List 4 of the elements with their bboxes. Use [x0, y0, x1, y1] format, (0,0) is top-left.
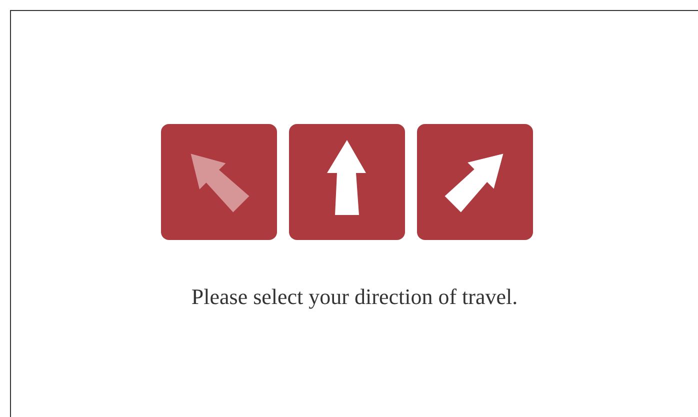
direction-button[interactable] — [161, 124, 277, 240]
direction-button[interactable] — [417, 124, 533, 240]
direction-button[interactable] — [289, 124, 405, 240]
instruction-text: Please select your direction of travel. — [190, 284, 519, 310]
